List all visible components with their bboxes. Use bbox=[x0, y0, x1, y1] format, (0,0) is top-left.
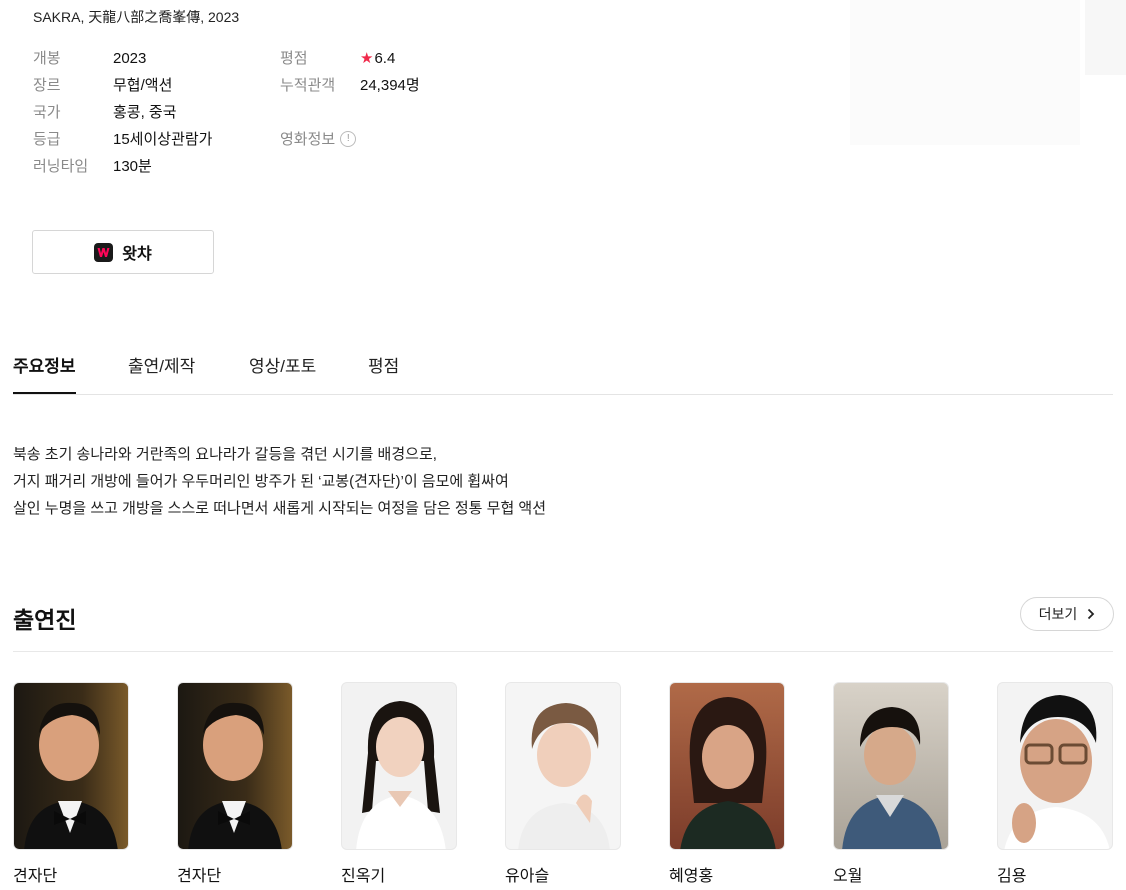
cast-card[interactable]: 견자단 bbox=[13, 682, 129, 885]
actor-photo[interactable] bbox=[505, 682, 621, 850]
genre-label: 장르 bbox=[33, 77, 61, 94]
score-value: 6.4 bbox=[374, 50, 396, 67]
movieinfo-label: 영화정보 bbox=[280, 131, 336, 148]
release-value: 2023 bbox=[113, 50, 147, 67]
actor-portrait bbox=[518, 703, 610, 849]
release-label: 개봉 bbox=[33, 50, 61, 67]
tab-video-photo[interactable]: 영상/포토 bbox=[249, 352, 316, 393]
rating-value: 15세이상관람가 bbox=[113, 131, 213, 148]
actor-name[interactable]: 견자단 bbox=[13, 862, 57, 886]
star-icon: ★ bbox=[360, 50, 374, 67]
cast-card[interactable]: 혜영홍 bbox=[669, 682, 785, 885]
actor-name[interactable]: 혜영홍 bbox=[669, 862, 713, 886]
actor-portrait bbox=[188, 702, 282, 849]
actor-name[interactable]: 오월 bbox=[833, 862, 862, 886]
score-value-wrap: ★6.4 bbox=[360, 48, 395, 70]
cast-card[interactable]: 견자단 bbox=[177, 682, 293, 885]
actor-portrait bbox=[842, 707, 942, 849]
movieinfo-link[interactable]: 영화정보! bbox=[280, 129, 357, 151]
synopsis-line: 거지 패거리 개방에 들어가 우두머리인 방주가 된 ‘교봉(견자단)’이 음모… bbox=[13, 473, 509, 490]
cast-card[interactable]: 오월 bbox=[833, 682, 949, 885]
actor-photo[interactable] bbox=[341, 682, 457, 850]
watcha-logo-icon bbox=[94, 242, 114, 262]
country-value: 홍콩, 중국 bbox=[113, 104, 177, 121]
actor-portrait bbox=[1004, 695, 1110, 849]
watcha-button[interactable]: 왓챠 bbox=[32, 230, 214, 274]
original-title: SAKRA, 天龍八部之喬峯傳, 2023 bbox=[33, 9, 240, 25]
synopsis-line: 살인 누명을 쓰고 개방을 스스로 떠나면서 새롭게 시작되는 여정을 담은 정… bbox=[13, 500, 547, 517]
actor-name[interactable]: 유아슬 bbox=[505, 862, 549, 886]
tab-reviews[interactable]: 평점 bbox=[368, 352, 399, 393]
cast-card[interactable]: 김용 bbox=[997, 682, 1113, 885]
poster-fade bbox=[850, 0, 1080, 145]
actor-portrait bbox=[356, 701, 446, 849]
actor-photo[interactable] bbox=[177, 682, 293, 850]
tab-main-info[interactable]: 주요정보 bbox=[13, 352, 76, 394]
actor-photo[interactable] bbox=[669, 682, 785, 850]
actor-portrait bbox=[24, 702, 118, 849]
cast-card[interactable]: 유아슬 bbox=[505, 682, 621, 885]
actor-photo[interactable] bbox=[997, 682, 1113, 850]
actor-portrait bbox=[680, 697, 776, 849]
rating-label: 등급 bbox=[33, 131, 61, 148]
country-label: 국가 bbox=[33, 104, 61, 121]
more-label: 더보기 bbox=[1038, 606, 1078, 622]
cast-divider bbox=[13, 651, 1113, 652]
runtime-value: 130분 bbox=[113, 158, 152, 175]
watcha-w-glyph bbox=[97, 247, 110, 257]
genre-value: 무협/액션 bbox=[113, 77, 173, 94]
audience-label: 누적관객 bbox=[280, 77, 336, 94]
actor-name[interactable]: 견자단 bbox=[177, 862, 221, 886]
actor-name[interactable]: 진옥기 bbox=[341, 862, 385, 886]
tab-bar: 주요정보 출연/제작 영상/포토 평점 bbox=[13, 340, 1113, 395]
actor-photo[interactable] bbox=[13, 682, 129, 850]
chevron-right-icon bbox=[1088, 608, 1095, 620]
synopsis: 북송 초기 송나라와 거란족의 요나라가 갈등을 겪던 시기를 배경으로, 거지… bbox=[13, 441, 546, 522]
poster-fade-edge bbox=[1085, 0, 1126, 75]
score-label: 평점 bbox=[280, 50, 308, 67]
watcha-label: 왓챠 bbox=[122, 246, 152, 263]
synopsis-line: 북송 초기 송나라와 거란족의 요나라가 갈등을 겪던 시기를 배경으로, bbox=[13, 446, 437, 463]
actor-photo[interactable] bbox=[833, 682, 949, 850]
actor-name[interactable]: 김용 bbox=[997, 862, 1026, 886]
cast-more-button[interactable]: 더보기 bbox=[1020, 597, 1114, 631]
cast-card[interactable]: 진옥기 bbox=[341, 682, 457, 885]
audience-value: 24,394명 bbox=[360, 77, 420, 94]
runtime-label: 러닝타임 bbox=[33, 158, 89, 175]
info-icon[interactable]: ! bbox=[340, 131, 357, 148]
cast-section-title: 출연진 bbox=[13, 607, 77, 633]
tab-cast-crew[interactable]: 출연/제작 bbox=[128, 352, 195, 393]
